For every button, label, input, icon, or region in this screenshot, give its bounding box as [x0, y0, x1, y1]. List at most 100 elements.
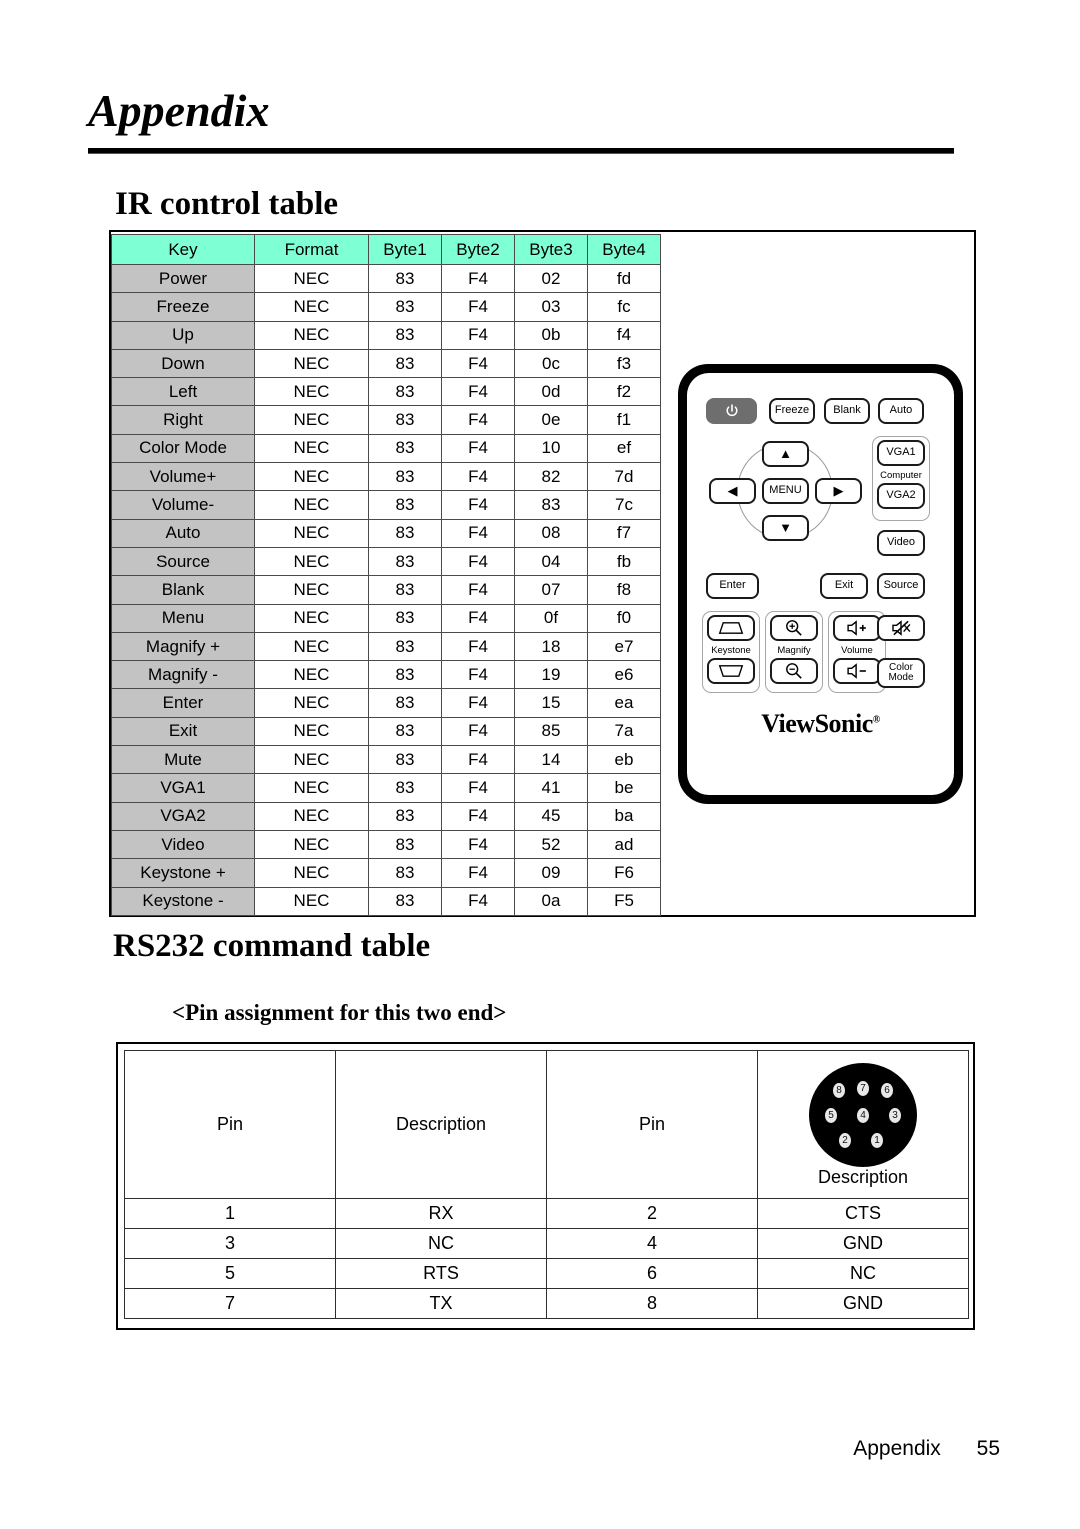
ir-cell-key: Color Mode: [111, 433, 255, 464]
nav-down-button[interactable]: ▼: [762, 515, 809, 541]
magnify-plus-button[interactable]: [770, 615, 818, 641]
ir-cell-byte1: 83: [368, 546, 442, 577]
ir-cell-key: Source: [111, 546, 255, 577]
ir-cell-key: Blank: [111, 575, 255, 605]
mute-icon: [892, 620, 911, 636]
ir-cell-byte2: F4: [441, 405, 515, 435]
ir-cell-byte1: 83: [368, 886, 442, 916]
ir-cell-byte4: F6: [587, 858, 661, 888]
video-button[interactable]: Video: [877, 530, 925, 556]
enter-button[interactable]: Enter: [706, 573, 759, 599]
ir-cell-byte2: F4: [441, 263, 515, 294]
ir-cell-format: NEC: [254, 773, 369, 803]
ir-cell-byte4: F5: [587, 886, 661, 916]
ir-cell-byte3: 45: [514, 801, 588, 831]
ir-cell-format: NEC: [254, 263, 369, 294]
ir-cell-key: VGA1: [111, 773, 255, 803]
page-title: Appendix: [88, 85, 270, 136]
ir-cell-byte4: f1: [587, 405, 661, 435]
ir-cell-byte4: f7: [587, 518, 661, 548]
blank-button[interactable]: Blank: [824, 398, 870, 424]
ir-cell-byte2: F4: [441, 858, 515, 888]
computer-group-label: Computer: [880, 470, 922, 481]
nav-right-button[interactable]: ▶: [815, 478, 862, 504]
ir-col-key: Key: [111, 234, 255, 265]
rs232-pin-table: Pin Description Pin 8 7 6 5 4 3 2 1 Desc…: [124, 1050, 969, 1319]
ir-cell-byte3: 19: [514, 660, 588, 690]
volume-down-button[interactable]: [833, 658, 881, 684]
auto-button[interactable]: Auto: [878, 398, 924, 424]
ir-table-header-row: Key Format Byte1 Byte2 Byte3 Byte4: [111, 234, 661, 265]
ir-cell-key: Freeze: [111, 292, 255, 322]
ir-cell-byte4: f8: [587, 575, 661, 605]
vga2-button[interactable]: VGA2: [877, 483, 925, 509]
mute-button[interactable]: [877, 615, 925, 641]
magnify-minus-button[interactable]: [770, 658, 818, 684]
rs232-cell-desc-left: TX: [335, 1288, 547, 1319]
ir-cell-byte2: F4: [441, 631, 515, 662]
title-divider: [88, 148, 954, 154]
ir-table-row: Left NEC 83 F4 0d f2: [111, 377, 661, 407]
ir-col-byte3: Byte3: [514, 234, 588, 265]
rs232-table-row: 3 NC 4 GND: [124, 1228, 969, 1259]
ir-cell-key: Menu: [111, 603, 255, 633]
menu-button[interactable]: MENU: [762, 478, 809, 504]
ir-table-row: Volume+ NEC 83 F4 82 7d: [111, 462, 661, 492]
keystone-up-button[interactable]: [707, 615, 755, 641]
power-button[interactable]: [706, 398, 757, 424]
vga1-button[interactable]: VGA1: [877, 440, 925, 466]
ir-cell-byte4: e7: [587, 631, 661, 662]
ir-cell-byte3: 0b: [514, 320, 588, 350]
ir-cell-byte4: f3: [587, 348, 661, 379]
ir-cell-byte3: 03: [514, 292, 588, 322]
ir-cell-byte2: F4: [441, 603, 515, 633]
ir-table-row: Video NEC 83 F4 52 ad: [111, 829, 661, 860]
ir-cell-byte3: 08: [514, 518, 588, 548]
volume-up-button[interactable]: [833, 615, 881, 641]
ir-cell-byte1: 83: [368, 660, 442, 690]
power-icon: [725, 404, 738, 417]
ir-cell-byte2: F4: [441, 660, 515, 690]
ir-cell-byte3: 41: [514, 773, 588, 803]
ir-cell-byte1: 83: [368, 462, 442, 492]
ir-cell-format: NEC: [254, 688, 369, 718]
ir-cell-byte2: F4: [441, 716, 515, 747]
ir-cell-byte1: 83: [368, 688, 442, 718]
ir-cell-byte3: 14: [514, 745, 588, 775]
keystone-down-button[interactable]: [707, 658, 755, 684]
ir-cell-format: NEC: [254, 462, 369, 492]
ir-cell-byte1: 83: [368, 433, 442, 464]
ir-cell-format: NEC: [254, 348, 369, 379]
ir-cell-format: NEC: [254, 829, 369, 860]
exit-button[interactable]: Exit: [820, 573, 868, 599]
ir-cell-byte1: 83: [368, 858, 442, 888]
ir-cell-byte1: 83: [368, 518, 442, 548]
ir-cell-byte4: f4: [587, 320, 661, 350]
ir-cell-key: Auto: [111, 518, 255, 548]
ir-cell-byte4: 7c: [587, 490, 661, 520]
ir-cell-byte3: 52: [514, 829, 588, 860]
ir-table-row: Enter NEC 83 F4 15 ea: [111, 688, 661, 718]
volume-group-label: Volume: [841, 645, 873, 656]
ir-cell-byte4: f2: [587, 377, 661, 407]
ir-cell-key: Volume-: [111, 490, 255, 520]
nav-left-button[interactable]: ◀: [709, 478, 756, 504]
ir-cell-byte3: 0a: [514, 886, 588, 916]
source-button[interactable]: Source: [877, 573, 925, 599]
nav-up-button[interactable]: ▲: [762, 441, 809, 467]
freeze-button[interactable]: Freeze: [769, 398, 815, 424]
rs232-cell-pin-right: 4: [546, 1228, 758, 1259]
ir-cell-byte4: ad: [587, 829, 661, 860]
ir-cell-byte1: 83: [368, 745, 442, 775]
rs232-col-desc-right-label: Description: [817, 1167, 909, 1187]
ir-cell-format: NEC: [254, 546, 369, 577]
keystone-down-icon: [718, 665, 744, 677]
ir-table-row: VGA2 NEC 83 F4 45 ba: [111, 801, 661, 831]
ir-cell-byte3: 0c: [514, 348, 588, 379]
ir-cell-byte2: F4: [441, 829, 515, 860]
ir-cell-format: NEC: [254, 405, 369, 435]
ir-cell-key: Magnify -: [111, 660, 255, 690]
ir-control-table: Key Format Byte1 Byte2 Byte3 Byte4 Power…: [111, 234, 661, 916]
ir-cell-format: NEC: [254, 377, 369, 407]
color-mode-button[interactable]: Color Mode: [877, 658, 925, 688]
